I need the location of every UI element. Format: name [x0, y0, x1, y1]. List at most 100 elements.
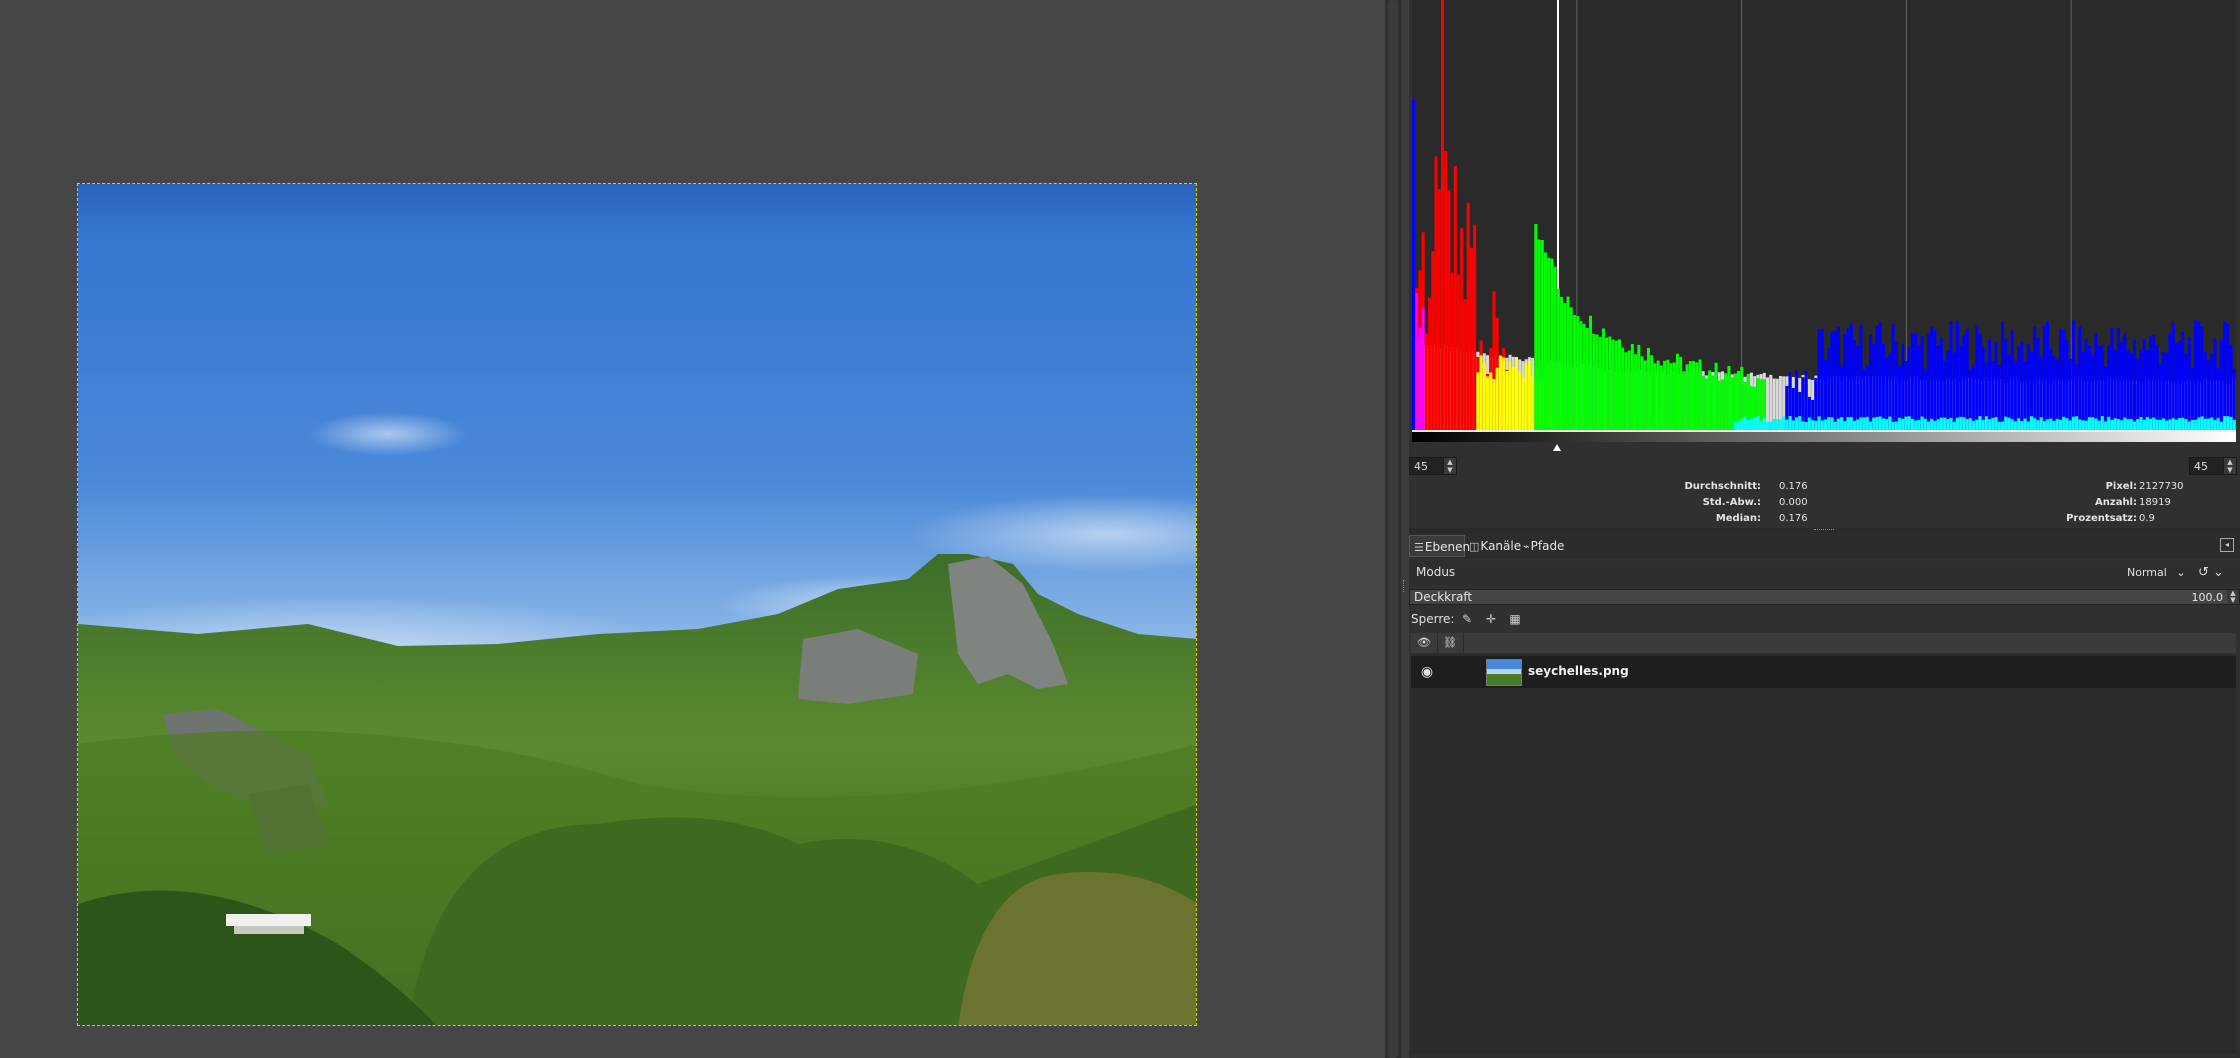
histogram-bar — [2152, 417, 2156, 430]
range-marker-icon[interactable] — [1553, 444, 1561, 451]
range-low-spinbox[interactable]: 45 ▲ ▼ — [1409, 457, 1457, 475]
histogram-bar — [1637, 344, 1641, 430]
range-high-spinbox[interactable]: 45 ▲ ▼ — [2189, 457, 2237, 475]
histogram-bar — [2030, 416, 2033, 430]
histogram-bar — [1936, 419, 1940, 430]
mode-select[interactable]: Normal ⌄ — [2127, 563, 2203, 583]
opacity-slider[interactable]: Deckkraft 100.0 ▲ ▼ — [1409, 589, 2240, 605]
histogram-bar — [2165, 420, 2169, 430]
histogram-bar — [2097, 346, 2101, 430]
histogram-bar — [1682, 371, 1686, 430]
lock-pixels-icon[interactable]: ✎ — [1459, 611, 1475, 627]
histogram-bar — [2046, 321, 2050, 430]
histogram-bar — [1965, 419, 1969, 430]
histogram-bar — [2055, 418, 2059, 430]
histogram-bar — [1933, 329, 1937, 430]
tab-channels[interactable]: ◫Kanäle — [1465, 535, 1521, 557]
layer-name: seychelles.png — [1528, 664, 1629, 678]
histogram-bar — [1437, 189, 1441, 430]
histogram-bar — [1952, 352, 1956, 430]
histogram-bar — [1856, 345, 1860, 430]
histogram-bar — [2129, 419, 2133, 430]
histogram-view[interactable] — [1412, 0, 2236, 432]
histogram-bar — [1772, 419, 1776, 430]
histogram-bar — [1605, 337, 1609, 430]
histogram-bar — [1543, 252, 1547, 430]
histogram-bar — [1891, 421, 1895, 430]
chain-column-icon[interactable]: ⛓ — [1437, 633, 1464, 653]
canvas-vertical-scrollbar[interactable] — [1385, 0, 1401, 1058]
histogram-bar — [1434, 156, 1438, 431]
histogram-bar — [2091, 417, 2095, 430]
histogram-bar — [1952, 421, 1956, 430]
image-canvas-area[interactable] — [0, 0, 1385, 1058]
lock-position-icon[interactable]: ✛ — [1483, 611, 1499, 627]
histogram-bar — [1450, 272, 1454, 430]
histogram-bar — [1473, 224, 1477, 430]
histogram-bar — [1704, 378, 1708, 430]
histogram-bar — [1885, 357, 1889, 430]
histogram-bar — [1415, 293, 1419, 430]
histogram-bar — [1778, 419, 1782, 430]
histogram-bar — [1466, 202, 1470, 430]
histogram-bar — [1830, 417, 1834, 430]
panel-divider[interactable] — [1401, 0, 1409, 1058]
divider-grip[interactable] — [1403, 580, 1408, 592]
histogram-bar — [1457, 274, 1461, 430]
stat-stddev-value: 0.000 — [1779, 497, 1808, 508]
histogram-bar — [2161, 418, 2165, 430]
histogram-bar — [2071, 416, 2075, 430]
histogram-bar — [2149, 418, 2153, 430]
histogram-bar — [2068, 420, 2072, 430]
histogram-bar — [1576, 316, 1580, 430]
image-canvas[interactable] — [77, 183, 1197, 1026]
spin-arrows-icon[interactable]: ▲ ▼ — [2227, 590, 2239, 604]
spin-arrows-icon[interactable]: ▲ ▼ — [1443, 458, 1456, 474]
histogram-bar — [2178, 340, 2182, 430]
histogram-bar — [2033, 326, 2037, 430]
stat-mean-label: Durchschnitt: — [1684, 481, 1761, 492]
scrollbar-thumb[interactable] — [1388, 0, 1398, 1058]
tab-layers[interactable]: ☰Ebenen — [1409, 535, 1470, 557]
histogram-bar — [1730, 377, 1734, 430]
histogram-bar — [1489, 372, 1493, 430]
histogram-bar — [2216, 418, 2220, 430]
histogram-bar — [1814, 420, 1818, 430]
histogram-bar — [1531, 376, 1535, 430]
histogram-bar — [1898, 417, 1902, 430]
tab-paths[interactable]: ⌁Pfade — [1519, 535, 1569, 557]
histogram-bar — [2058, 419, 2062, 430]
tab-menu-icon[interactable]: ◂ — [2220, 538, 2234, 552]
stat-mean-value: 0.176 — [1779, 481, 1808, 492]
histogram-bar — [1910, 333, 1914, 430]
histogram-bar — [2033, 418, 2037, 430]
histogram-bar — [1875, 416, 1879, 430]
histogram-bar — [2042, 421, 2046, 430]
lock-alpha-icon[interactable]: ▦ — [1507, 611, 1523, 627]
histogram-bar — [2229, 416, 2233, 430]
stat-pixels-value: 2127730 — [2139, 481, 2184, 492]
histogram-bar — [2078, 419, 2082, 430]
histogram-bar — [1875, 325, 1879, 430]
histogram-bar — [1891, 324, 1895, 430]
layer-list[interactable]: ◉ seychelles.png — [1411, 654, 2236, 1054]
layer-row[interactable]: ◉ seychelles.png — [1411, 656, 2236, 688]
mode-reset-button[interactable]: ↺ ⌄ — [2198, 563, 2238, 583]
histogram-bar — [2097, 420, 2101, 430]
spin-arrows-icon[interactable]: ▲ ▼ — [2223, 458, 2236, 474]
histogram-bar — [1933, 420, 1937, 430]
histogram-bar — [1669, 363, 1673, 430]
histogram-bar — [1981, 347, 1985, 430]
histogram-bar — [1962, 334, 1966, 430]
histogram-bar — [1830, 331, 1834, 430]
histogram-bar — [1972, 420, 1976, 430]
visibility-column-icon[interactable]: 👁 — [1411, 633, 1438, 653]
histogram-bar — [2139, 416, 2143, 430]
histogram-bar — [1640, 356, 1644, 430]
histogram-bar — [1827, 417, 1831, 430]
eye-icon[interactable]: ◉ — [1417, 662, 1437, 682]
histogram-bar — [1959, 416, 1963, 430]
histogram-bar — [1672, 362, 1676, 430]
histogram-bar — [2013, 362, 2017, 430]
histogram-bar — [1560, 297, 1564, 430]
